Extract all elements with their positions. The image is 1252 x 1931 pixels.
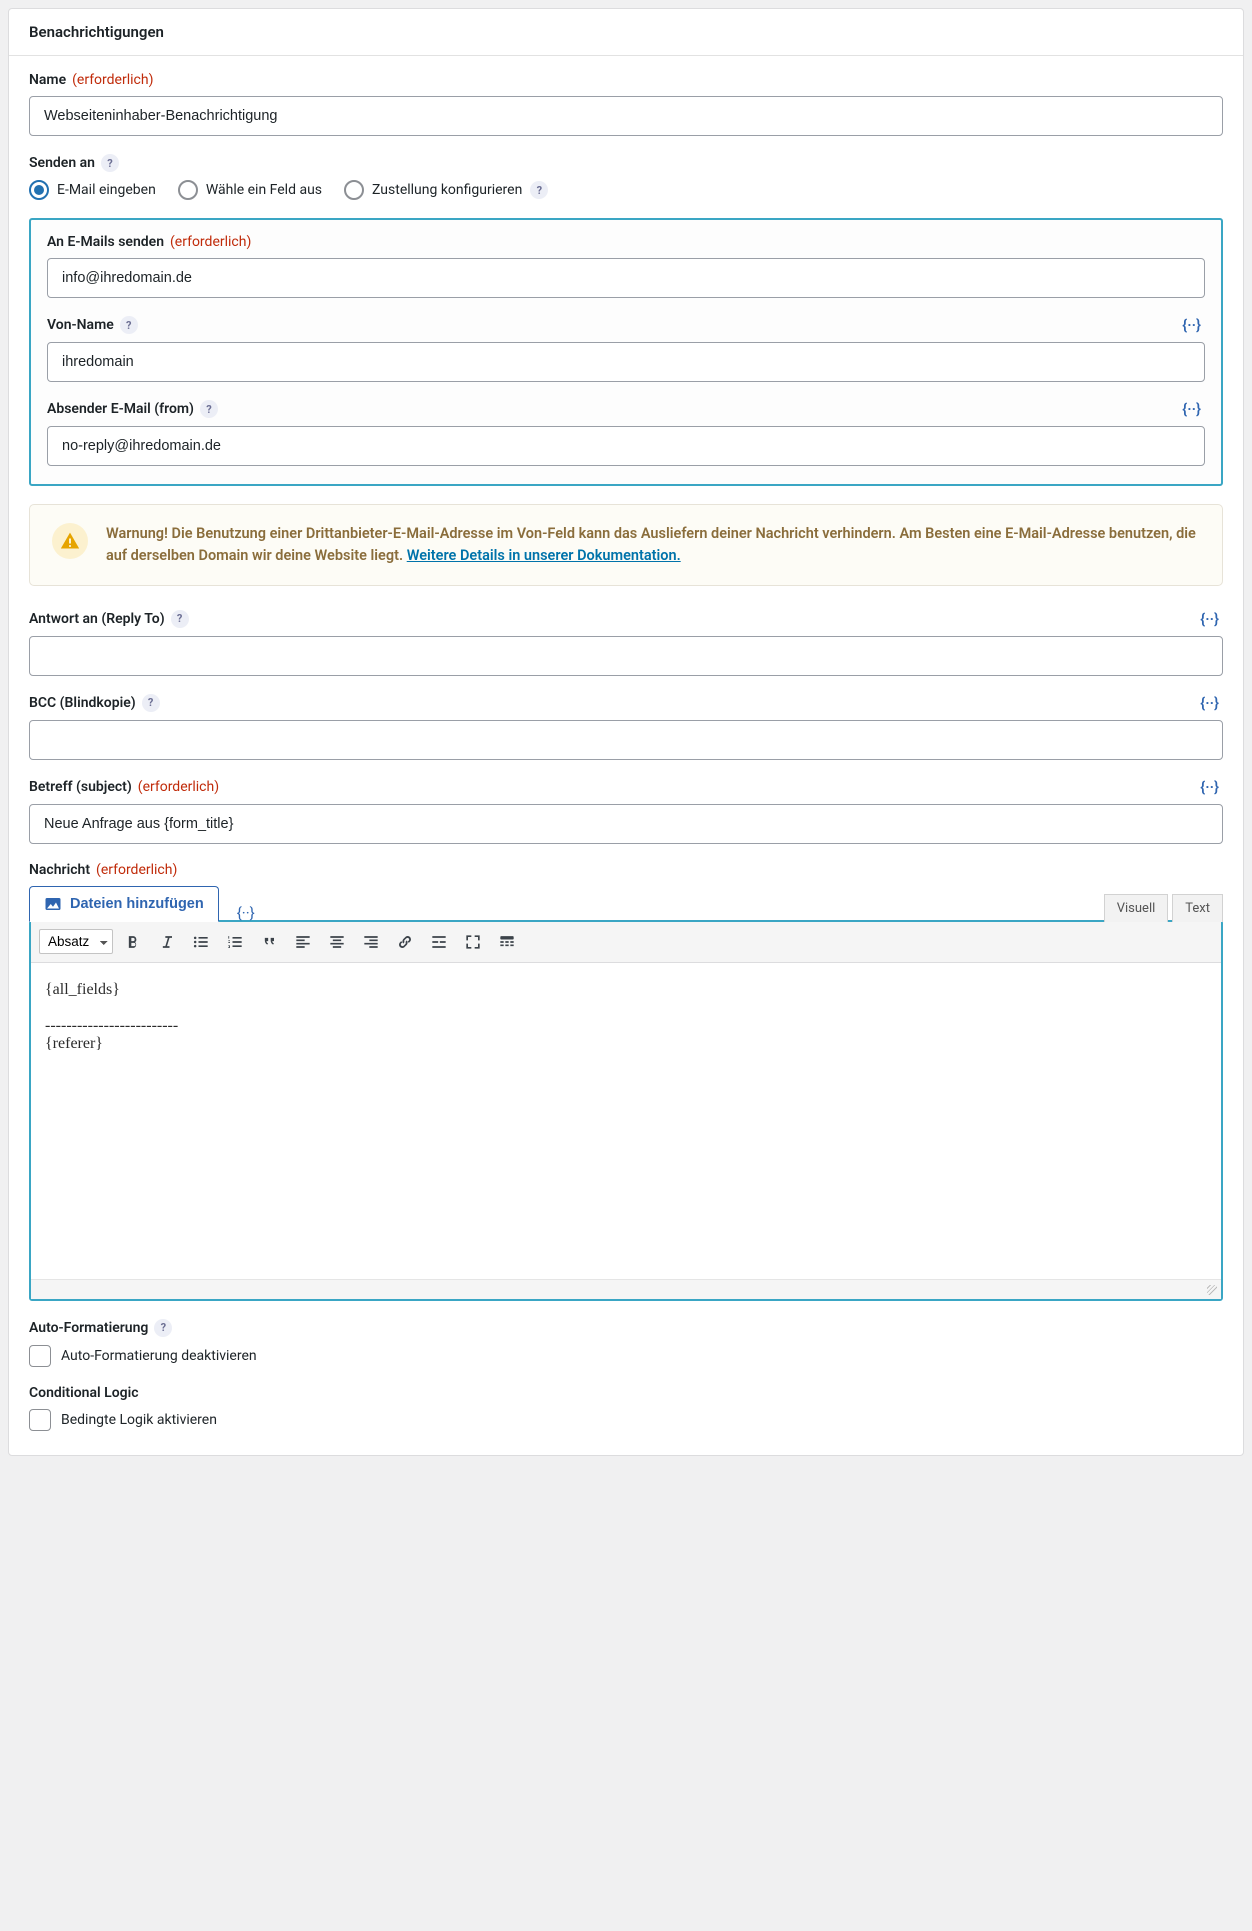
checkbox-label: Bedingte Logik aktivieren (61, 1412, 217, 1428)
merge-tag-button[interactable]: {··} (1178, 400, 1205, 418)
help-icon[interactable]: ? (171, 610, 189, 628)
checkbox-label: Auto-Formatierung deaktivieren (61, 1348, 257, 1364)
radio-configure-routing[interactable]: Zustellung konfigurieren ? (344, 180, 548, 200)
message-label: Nachricht (erforderlich) (29, 862, 1223, 878)
send-to-label: Senden an ? (29, 154, 1223, 172)
align-left-button[interactable] (289, 928, 317, 956)
insert-read-more-button[interactable] (425, 928, 453, 956)
label-text: Antwort an (Reply To) (29, 611, 165, 627)
merge-tag-button[interactable]: {··} (1196, 694, 1223, 712)
help-icon[interactable]: ? (120, 316, 138, 334)
from-name-input[interactable] (47, 342, 1205, 382)
radio-icon (344, 180, 364, 200)
required-marker: (erforderlich) (96, 862, 177, 878)
required-marker: (erforderlich) (72, 72, 153, 88)
blockquote-button[interactable] (255, 928, 283, 956)
link-button[interactable] (391, 928, 419, 956)
warning-notice: Warnung! Die Benutzung einer Drittanbiet… (29, 504, 1223, 586)
help-icon[interactable]: ? (154, 1319, 172, 1337)
radio-select-field[interactable]: Wähle ein Feld aus (178, 180, 322, 200)
label-text: Betreff (subject) (29, 779, 132, 795)
editor-toolbar: Absatz (31, 922, 1221, 963)
to-emails-input[interactable] (47, 258, 1205, 298)
editor-resize-handle[interactable] (31, 1279, 1221, 1299)
name-input[interactable] (29, 96, 1223, 136)
radio-label: Zustellung konfigurieren (372, 182, 522, 198)
help-icon[interactable]: ? (101, 154, 119, 172)
tab-text[interactable]: Text (1172, 894, 1223, 922)
label-text: Conditional Logic (29, 1385, 139, 1401)
tab-visual[interactable]: Visuell (1104, 894, 1169, 922)
radio-label: E-Mail eingeben (57, 182, 156, 198)
label-text: Auto-Formatierung (29, 1320, 148, 1336)
italic-button[interactable] (153, 928, 181, 956)
required-marker: (erforderlich) (170, 234, 251, 250)
bullet-list-button[interactable] (187, 928, 215, 956)
message-textarea[interactable]: {all_fields} ------------------------- {… (31, 963, 1221, 1279)
numbered-list-button[interactable] (221, 928, 249, 956)
format-select[interactable]: Absatz (39, 929, 113, 954)
add-files-button[interactable]: Dateien hinzufügen (29, 886, 219, 922)
align-center-button[interactable] (323, 928, 351, 956)
conditional-label: Conditional Logic (29, 1385, 1223, 1401)
radio-icon (29, 180, 49, 200)
bold-button[interactable] (119, 928, 147, 956)
label-text: Absender E-Mail (from) (47, 401, 194, 417)
fullscreen-button[interactable] (459, 928, 487, 956)
auto-format-label: Auto-Formatierung ? (29, 1319, 1223, 1337)
subject-input[interactable] (29, 804, 1223, 844)
email-fields-group: An E-Mails senden (erforderlich) Von-Nam… (29, 218, 1223, 486)
label-text: Von-Name (47, 317, 114, 333)
warning-icon (52, 523, 88, 559)
media-icon (44, 895, 62, 913)
align-right-button[interactable] (357, 928, 385, 956)
bcc-label: BCC (Blindkopie) ? {··} (29, 694, 1223, 712)
help-icon[interactable]: ? (530, 181, 548, 199)
from-email-input[interactable] (47, 426, 1205, 466)
label-text: An E-Mails senden (47, 234, 164, 250)
label-text: Nachricht (29, 862, 90, 878)
panel-title: Benachrichtigungen (9, 9, 1243, 56)
add-files-label: Dateien hinzufügen (70, 896, 204, 912)
toolbar-toggle-button[interactable] (493, 928, 521, 956)
send-to-text: Senden an (29, 155, 95, 171)
conditional-checkbox[interactable] (29, 1409, 51, 1431)
required-marker: (erforderlich) (138, 779, 219, 795)
label-text: BCC (Blindkopie) (29, 695, 136, 711)
notifications-panel: Benachrichtigungen Name (erforderlich) S… (8, 8, 1244, 1456)
auto-format-checkbox[interactable] (29, 1345, 51, 1367)
from-name-label: Von-Name ? {··} (47, 316, 1205, 334)
merge-tag-button[interactable]: {··} (233, 904, 259, 922)
subject-label: Betreff (subject) (erforderlich) {··} (29, 778, 1223, 796)
to-emails-label: An E-Mails senden (erforderlich) (47, 234, 1205, 250)
radio-label: Wähle ein Feld aus (206, 182, 322, 198)
from-email-label: Absender E-Mail (from) ? {··} (47, 400, 1205, 418)
name-label: Name (erforderlich) (29, 72, 1223, 88)
name-label-text: Name (29, 72, 66, 88)
merge-tag-button[interactable]: {··} (1196, 610, 1223, 628)
bcc-input[interactable] (29, 720, 1223, 760)
rich-text-editor: Absatz {all_fields} ------------------- (29, 920, 1223, 1301)
merge-tag-button[interactable]: {··} (1196, 778, 1223, 796)
radio-enter-email[interactable]: E-Mail eingeben (29, 180, 156, 200)
help-icon[interactable]: ? (200, 400, 218, 418)
reply-to-input[interactable] (29, 636, 1223, 676)
radio-icon (178, 180, 198, 200)
merge-tag-button[interactable]: {··} (1178, 316, 1205, 334)
reply-to-label: Antwort an (Reply To) ? {··} (29, 610, 1223, 628)
notice-link[interactable]: Weitere Details in unserer Dokumentation… (407, 547, 681, 564)
help-icon[interactable]: ? (142, 694, 160, 712)
